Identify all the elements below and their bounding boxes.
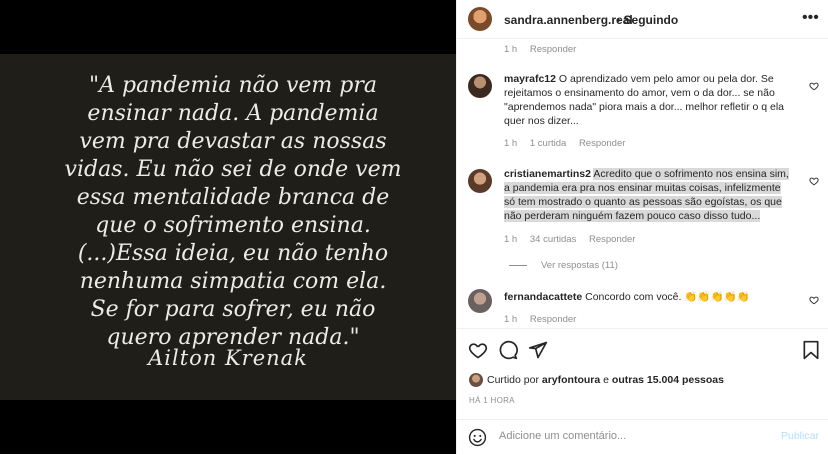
liked-by-prefix: Curtido por	[487, 373, 539, 386]
follow-status[interactable]: • Seguindo	[616, 13, 678, 27]
post-media[interactable]: "A pandemia não vem pra ensinar nada. A …	[0, 0, 456, 454]
comment-likes[interactable]: 1 curtida	[530, 138, 566, 149]
avatar[interactable]	[468, 74, 492, 98]
post-header: sandra.annenberg.real • Seguindo •••	[457, 0, 828, 39]
heart-icon[interactable]	[809, 176, 819, 186]
liked-by-username[interactable]: aryfontoura	[542, 374, 600, 386]
comment-username[interactable]: fernandacattete	[504, 291, 582, 303]
liked-by-conjunction: e	[603, 373, 609, 386]
more-horizontal-icon[interactable]: •••	[802, 10, 819, 26]
avatar[interactable]	[468, 7, 492, 31]
avatar[interactable]	[469, 373, 483, 387]
quote-text: "A pandemia não vem pra ensinar nada. A …	[58, 72, 408, 352]
comment-bubble-icon[interactable]	[498, 340, 518, 360]
comment-text: fernandacattete Concordo com você. 👏👏👏👏👏	[504, 290, 794, 304]
quote-author: Ailton Krenak	[148, 346, 308, 370]
comment-likes[interactable]: 34 curtidas	[530, 234, 576, 245]
view-replies-button[interactable]: Ver respostas (11)	[509, 260, 618, 271]
view-replies-label: Ver respostas (11)	[541, 260, 618, 271]
caption-meta: 1 h Responder	[504, 44, 586, 55]
comment-text: cristianemartins2 Acredito que o sofrime…	[504, 167, 794, 223]
bookmark-icon[interactable]	[802, 340, 820, 360]
emoji-icon[interactable]	[468, 428, 487, 447]
comment-time: 1 h	[504, 314, 518, 325]
caption-time: 1 h	[504, 44, 518, 55]
comment-time: 1 h	[504, 234, 518, 245]
reply-button[interactable]: Responder	[589, 234, 635, 245]
quote-line: (...)Essa ideia, eu não tenho	[77, 241, 389, 266]
quote-line: essa mentalidade branca de	[76, 185, 390, 210]
comment-meta: 1 h 34 curtidas Responder	[504, 234, 645, 245]
avatar[interactable]	[468, 169, 492, 193]
post-actions: Curtido por aryfontoura e outras 15.004 …	[457, 328, 828, 454]
heart-icon[interactable]	[809, 295, 819, 305]
quote-line: nenhuma simpatia com ela.	[79, 269, 387, 294]
comment-username[interactable]: mayrafc12	[504, 73, 556, 85]
comment-meta: 1 h 1 curtida Responder	[504, 138, 635, 149]
heart-icon[interactable]	[809, 81, 819, 91]
quote-line: vem pra devastar as nossas	[79, 129, 387, 154]
comment-input[interactable]	[497, 429, 781, 443]
liked-by: Curtido por aryfontoura e outras 15.004 …	[469, 373, 724, 387]
post-timestamp: HÁ 1 HORA	[469, 396, 515, 405]
quote-line: ensinar nada. A pandemia	[87, 101, 379, 126]
replies-divider	[509, 264, 527, 266]
quote-line: que o sofrimento ensina.	[95, 213, 371, 238]
reply-button[interactable]: Responder	[530, 44, 576, 55]
like-heart-icon[interactable]	[468, 340, 488, 360]
comment-body: Concordo com você. 👏👏👏👏👏	[585, 291, 750, 303]
liked-by-others-link[interactable]: outras 15.004 pessoas	[612, 374, 724, 386]
author-username[interactable]: sandra.annenberg.real	[504, 13, 633, 27]
reply-button[interactable]: Responder	[579, 138, 625, 149]
reply-button[interactable]: Responder	[530, 314, 576, 325]
comment-composer: Publicar	[457, 419, 828, 455]
comment-time: 1 h	[504, 138, 518, 149]
quote-line: Se for para sofrer, eu não	[90, 297, 376, 322]
share-paper-plane-icon[interactable]	[528, 340, 548, 360]
quote-image: "A pandemia não vem pra ensinar nada. A …	[0, 54, 456, 400]
avatar[interactable]	[468, 289, 492, 313]
comment-meta: 1 h Responder	[504, 314, 586, 325]
comment-text: mayrafc12 O aprendizado vem pelo amor ou…	[504, 72, 794, 128]
publish-button[interactable]: Publicar	[781, 430, 819, 442]
comment-username[interactable]: cristianemartins2	[504, 168, 591, 180]
quote-line: vidas. Eu não sei de onde vem	[64, 157, 402, 182]
quote-line: "A pandemia não vem pra	[88, 73, 378, 98]
post-sidebar: sandra.annenberg.real • Seguindo ••• 1 h…	[456, 0, 828, 454]
